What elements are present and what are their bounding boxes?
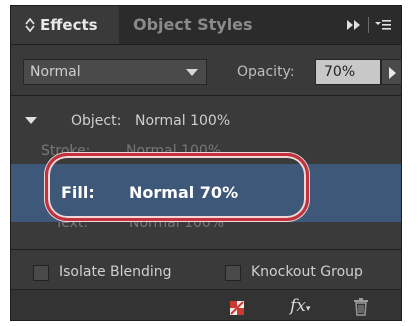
tab-effects[interactable]: Effects (11, 6, 119, 44)
tab-object-styles[interactable]: Object Styles (133, 6, 253, 44)
clear-effects-icon[interactable] (230, 301, 244, 315)
fx-icon[interactable]: fx▾ (290, 296, 310, 316)
highlight-ring (45, 153, 309, 221)
effects-panel: Effects Object Styles Normal Opacity: 70… (10, 5, 402, 321)
list-item-object[interactable]: Object: Normal 100% (11, 102, 401, 140)
controls-divider (368, 17, 369, 33)
blend-mode-value: Normal (30, 64, 81, 80)
divider (11, 95, 401, 96)
bottom-toolbar: fx▾ (11, 289, 401, 320)
divider (11, 249, 401, 250)
up-down-arrows-icon[interactable] (25, 17, 35, 32)
list-item-text[interactable]: Text: Normal 100% (11, 222, 401, 244)
right-arrow-icon (389, 67, 396, 79)
fast-forward-icon[interactable] (346, 19, 362, 31)
disclosure-triangle-icon[interactable] (25, 117, 37, 124)
dropdown-arrow-icon (186, 69, 198, 76)
isolate-blending-checkbox[interactable] (33, 265, 49, 281)
tab-effects-label: Effects (40, 16, 98, 34)
opacity-label: Opacity: (237, 64, 295, 80)
isolate-blending-label[interactable]: Isolate Blending (59, 261, 172, 283)
blend-mode-dropdown[interactable]: Normal (23, 59, 207, 85)
panel-controls (346, 6, 391, 44)
trash-icon[interactable] (353, 298, 369, 316)
opacity-slider-button[interactable] (381, 59, 401, 85)
knockout-group-checkbox[interactable] (225, 265, 241, 281)
object-value: Normal 100% (135, 113, 231, 129)
object-label: Object: (71, 113, 122, 129)
knockout-group-label[interactable]: Knockout Group (251, 261, 363, 283)
text-label: Text: (55, 222, 89, 231)
tab-bar: Effects Object Styles (11, 6, 401, 45)
panel-menu-icon[interactable] (375, 19, 391, 31)
opacity-field[interactable]: 70% (315, 59, 381, 85)
text-value: Normal 100% (129, 222, 225, 231)
fx-label: fx (290, 296, 306, 316)
